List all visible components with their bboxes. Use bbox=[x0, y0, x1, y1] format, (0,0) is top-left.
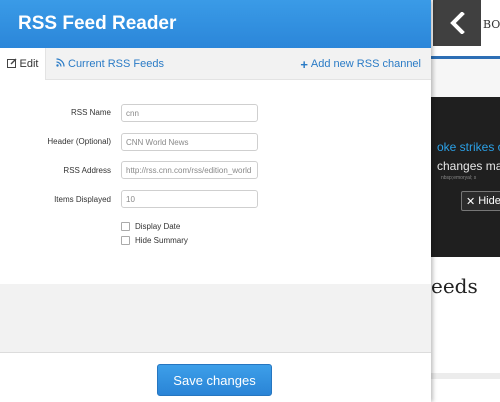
tab-bar: Edit Current RSS Feeds + Add new RSS cha… bbox=[0, 48, 431, 80]
rss-icon bbox=[56, 58, 65, 70]
background-divider-bottom bbox=[431, 373, 500, 379]
save-changes-button[interactable]: Save changes bbox=[157, 364, 272, 396]
hide-button[interactable]: ✕ Hide bbox=[461, 191, 500, 211]
tab-edit[interactable]: Edit bbox=[0, 48, 46, 80]
hide-summary-option: Hide Summary bbox=[121, 236, 188, 245]
tab-current-rss-feeds[interactable]: Current RSS Feeds bbox=[56, 48, 164, 80]
background-panel bbox=[431, 59, 500, 97]
form-spacer bbox=[0, 284, 431, 352]
banner-fine-print: nbsp;emoryal; s bbox=[441, 175, 477, 181]
display-date-option: Display Date bbox=[121, 222, 180, 231]
items-displayed-input[interactable] bbox=[121, 190, 258, 208]
chevron-left-icon bbox=[450, 12, 465, 34]
background-page: BOU oke strikes o changes may l nbsp;emo… bbox=[431, 0, 500, 402]
header-input[interactable] bbox=[121, 133, 258, 151]
items-displayed-label: Items Displayed bbox=[54, 195, 111, 204]
header-label: Header (Optional) bbox=[47, 137, 111, 146]
background-top-text: BOU bbox=[483, 18, 500, 31]
tab-current-rss-feeds-label: Current RSS Feeds bbox=[68, 58, 164, 70]
hide-button-label: Hide bbox=[478, 195, 500, 207]
back-button[interactable] bbox=[433, 0, 481, 46]
edit-form: RSS Name Header (Optional) RSS Address I… bbox=[0, 81, 431, 284]
modal-header: RSS Feed Reader bbox=[0, 0, 431, 48]
tab-edit-label: Edit bbox=[19, 58, 39, 70]
plus-icon: + bbox=[300, 56, 308, 72]
close-icon: ✕ bbox=[466, 195, 476, 208]
background-heading: eeds bbox=[431, 274, 478, 298]
pencil-icon bbox=[6, 58, 17, 71]
banner-headline: oke strikes o bbox=[437, 140, 500, 154]
rss-address-input[interactable] bbox=[121, 161, 258, 179]
background-banner: oke strikes o changes may l nbsp;emoryal… bbox=[431, 97, 500, 257]
display-date-label: Display Date bbox=[135, 222, 181, 231]
modal-title: RSS Feed Reader bbox=[18, 13, 177, 34]
display-date-checkbox[interactable] bbox=[121, 222, 130, 231]
modal-footer: Save changes bbox=[0, 352, 431, 402]
hide-summary-label: Hide Summary bbox=[135, 236, 188, 245]
banner-subtext: changes may l bbox=[437, 159, 500, 173]
hide-summary-checkbox[interactable] bbox=[121, 236, 130, 245]
rss-name-label: RSS Name bbox=[70, 108, 111, 117]
add-rss-channel-link[interactable]: + Add new RSS channel bbox=[300, 48, 421, 80]
rss-feed-reader-modal: RSS Feed Reader Edit Current RSS Feeds +… bbox=[0, 0, 431, 402]
add-rss-channel-label: Add new RSS channel bbox=[310, 58, 421, 70]
rss-address-label: RSS Address bbox=[63, 166, 111, 175]
rss-name-input[interactable] bbox=[121, 104, 258, 122]
